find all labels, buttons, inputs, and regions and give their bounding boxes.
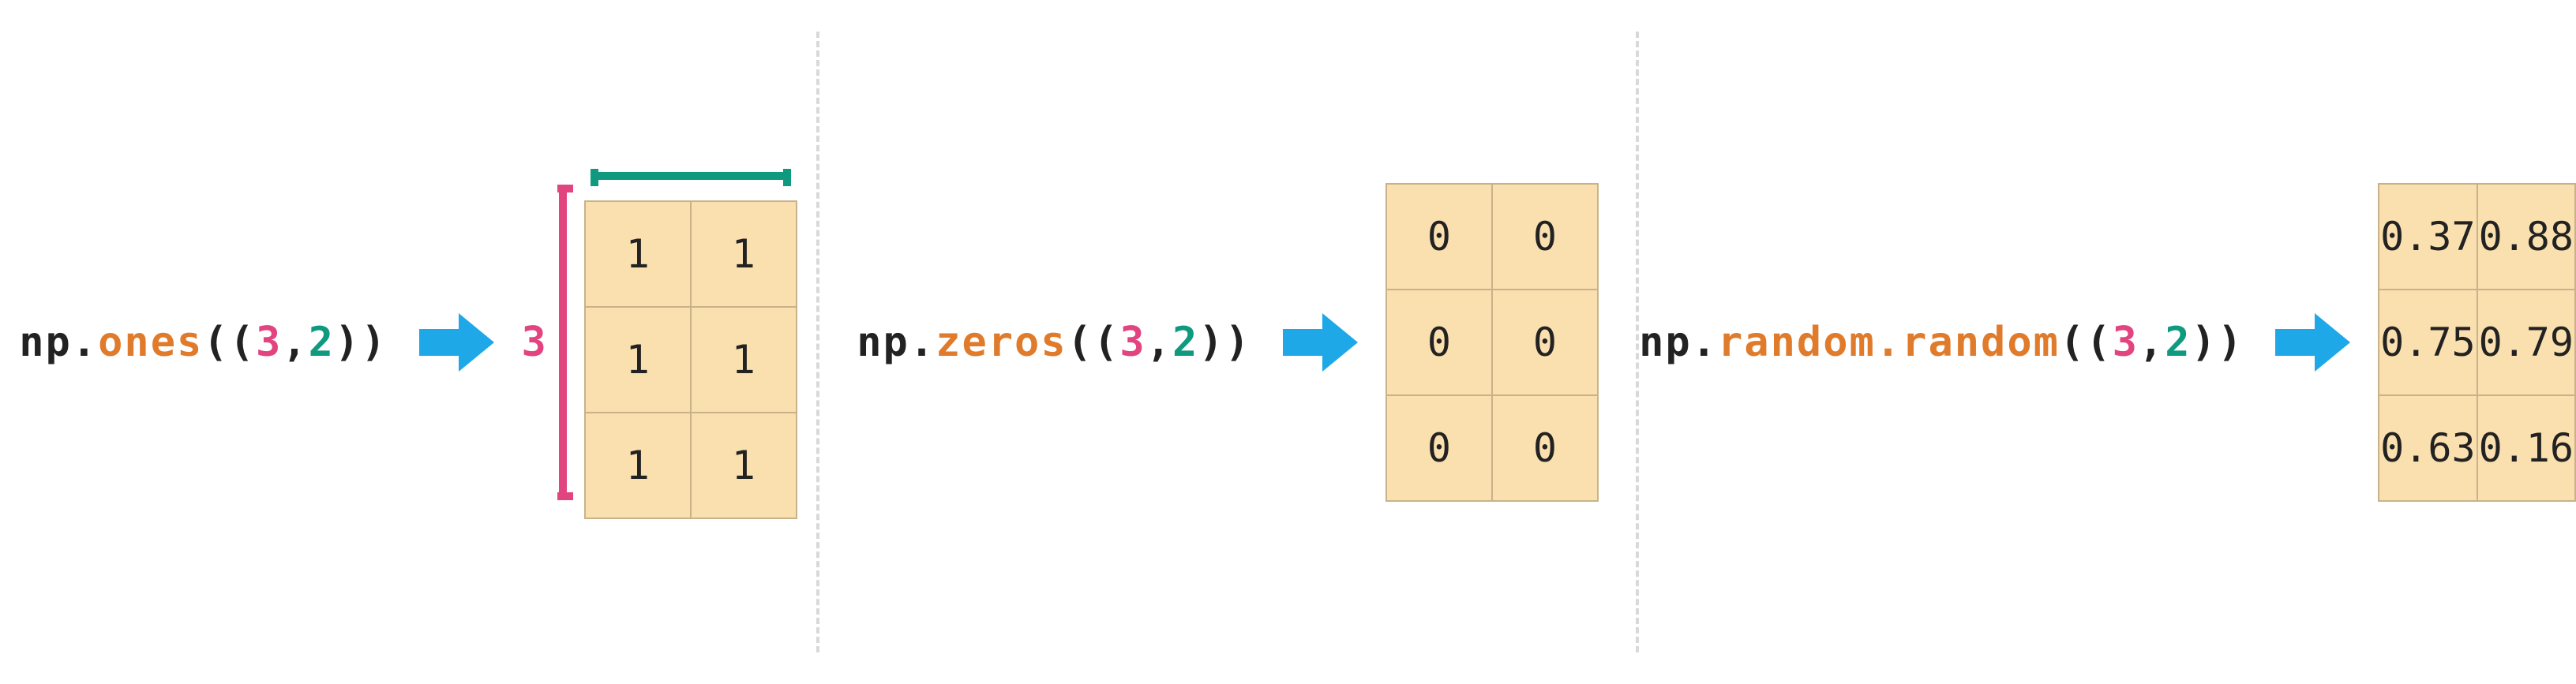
tok-fn: ones: [98, 319, 203, 366]
tok-rows: 3: [2113, 319, 2139, 366]
matrix-cell: 0.16: [2477, 395, 2575, 501]
matrix-row: 0 0: [1386, 395, 1598, 501]
tok-rows: 3: [1119, 319, 1146, 366]
matrix-cell: 0.88: [2477, 184, 2575, 290]
matrix-wrap-ones: 3: [522, 166, 797, 519]
matrix-ones: 1 1 1 1 1 1: [584, 200, 797, 519]
tok-np: np.: [857, 319, 936, 366]
panel-random: np.random.random((3,2)) 0.37 0.88 0.75 0…: [1639, 0, 2576, 684]
tok-paren-open: ((: [203, 319, 256, 366]
matrix-cell: 0: [1386, 395, 1492, 501]
matrix-cell: 0.37: [2379, 184, 2477, 290]
group-zeros: np.zeros((3,2)) 0 0 0 0 0 0: [857, 183, 1599, 502]
diagram-container: np.ones((3,2)) 3: [0, 0, 2576, 684]
matrix-column-ones: 1 1 1 1 1 1: [584, 166, 797, 519]
matrix-cell: 0: [1386, 184, 1492, 290]
tok-paren-close: )): [335, 319, 388, 366]
group-ones: np.ones((3,2)) 3: [19, 166, 797, 519]
rows-bracket: 3: [522, 181, 573, 504]
tok-paren-open: ((: [2060, 319, 2113, 366]
tok-rows: 3: [256, 319, 282, 366]
cols-bracket: [587, 166, 795, 186]
matrix-cell: 0.79: [2477, 290, 2575, 395]
matrix-cell: 1: [691, 201, 797, 307]
matrix-row: 0 0: [1386, 184, 1598, 290]
matrix-cell: 1: [585, 307, 691, 413]
tok-comma: ,: [282, 319, 308, 366]
matrix-row: 1 1: [585, 307, 797, 413]
matrix-cell: 0.75: [2379, 290, 2477, 395]
matrix-cell: 0.63: [2379, 395, 2477, 501]
matrix-zeros: 0 0 0 0 0 0: [1385, 183, 1599, 502]
code-zeros: np.zeros((3,2)): [857, 319, 1251, 366]
tok-cols: 2: [309, 319, 335, 366]
matrix-row: 1 1: [585, 201, 797, 307]
code-ones: np.ones((3,2)): [19, 319, 387, 366]
tok-paren-open: ((: [1067, 319, 1120, 366]
matrix-row: 1 1: [585, 413, 797, 518]
matrix-row: 0 0: [1386, 290, 1598, 395]
panel-ones: np.ones((3,2)) 3: [0, 0, 816, 684]
tok-paren-close: )): [1198, 319, 1251, 366]
tok-cols: 2: [1172, 319, 1198, 366]
matrix-cell: 1: [691, 307, 797, 413]
matrix-cell: 0: [1492, 290, 1598, 395]
panel-zeros: np.zeros((3,2)) 0 0 0 0 0 0: [819, 0, 1636, 684]
matrix-cell: 1: [585, 201, 691, 307]
matrix-cell: 1: [585, 413, 691, 518]
tok-comma: ,: [1146, 319, 1172, 366]
arrow-right-icon: [2267, 299, 2354, 386]
rows-label: 3: [522, 319, 546, 366]
tok-paren-close: )): [2192, 319, 2244, 366]
tok-np: np.: [1639, 319, 1718, 366]
matrix-cell: 1: [691, 413, 797, 518]
matrix-row: 0.63 0.16: [2379, 395, 2575, 501]
tok-fn: zeros: [936, 319, 1067, 366]
matrix-cell: 0: [1386, 290, 1492, 395]
matrix-random: 0.37 0.88 0.75 0.79 0.63 0.16: [2378, 183, 2576, 502]
matrix-row: 0.37 0.88: [2379, 184, 2575, 290]
tok-comma: ,: [2139, 319, 2165, 366]
arrow-right-icon: [411, 299, 498, 386]
tok-cols: 2: [2165, 319, 2191, 366]
code-random: np.random.random((3,2)): [1639, 319, 2244, 366]
group-random: np.random.random((3,2)) 0.37 0.88 0.75 0…: [1639, 183, 2576, 502]
tok-np: np.: [19, 319, 98, 366]
tok-fn: random.random: [1718, 319, 2060, 366]
arrow-right-icon: [1275, 299, 1362, 386]
matrix-cell: 0: [1492, 395, 1598, 501]
matrix-row: 0.75 0.79: [2379, 290, 2575, 395]
matrix-cell: 0: [1492, 184, 1598, 290]
